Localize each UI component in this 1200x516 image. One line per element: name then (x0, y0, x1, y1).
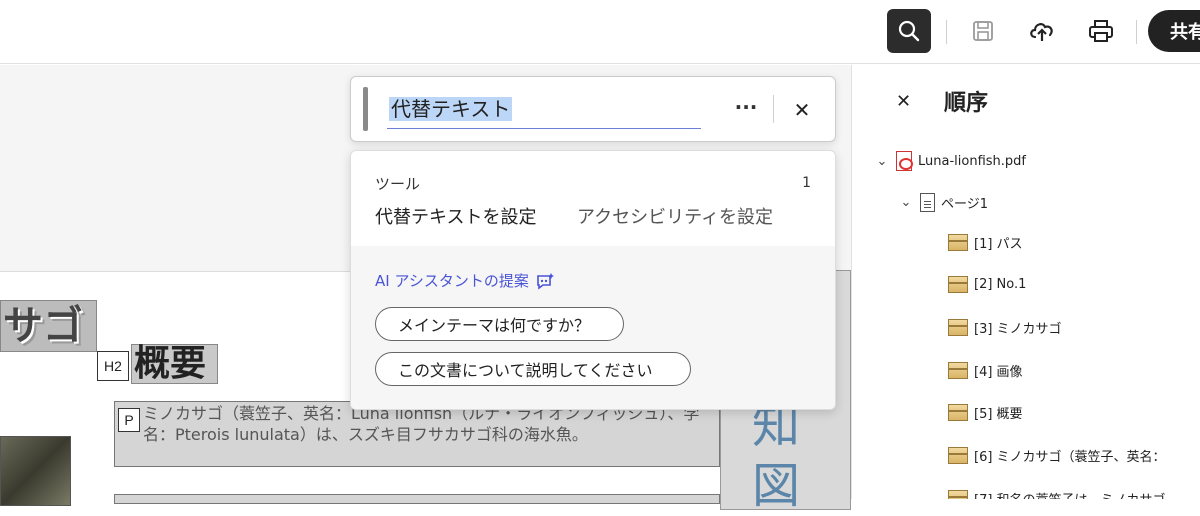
printer-icon (1089, 20, 1113, 42)
search-results-dropdown: ツール 1 代替テキストを設定 アクセシビリティを設定 AI アシスタントの提案… (350, 150, 836, 410)
paragraph-element[interactable] (114, 494, 720, 504)
search-button[interactable] (887, 9, 931, 53)
search-divider (773, 95, 774, 123)
tree-item-label: [4] 画像 (974, 365, 1023, 380)
tag-label-h2: H2 (97, 351, 129, 381)
chevron-down-icon[interactable]: ⌄ (874, 154, 890, 169)
tree-item-file[interactable]: ⌄ Luna-lionfish.pdf (874, 151, 1026, 171)
tag-label-p: P (118, 408, 140, 432)
container-icon (948, 447, 968, 464)
top-toolbar: 共有 (0, 0, 1200, 64)
toolbar-divider (946, 20, 947, 44)
page-icon (920, 193, 935, 212)
ai-suggestions-section: AI アシスタントの提案 メインテーマは何ですか？ この文書について説明してくだ… (351, 246, 835, 409)
tree-item-label: Luna-lionfish.pdf (918, 153, 1026, 169)
tree-item-label: ページ1 (941, 197, 989, 212)
tree-item-content[interactable]: [2] No.1 (948, 276, 1026, 293)
panel-title: 順序 (944, 91, 989, 116)
cloud-upload-icon (1030, 23, 1053, 41)
tool-set-alt-text[interactable]: 代替テキストを設定 (375, 205, 536, 231)
save-button[interactable] (961, 9, 1005, 53)
tree-item-label: [1] パス (974, 237, 1023, 252)
container-icon (948, 319, 968, 336)
toolbar-divider (1136, 20, 1137, 44)
tree-item-content[interactable]: [5] 概要 (948, 403, 1023, 422)
tree-item-content[interactable]: [7] 和名の蓑笠子は、ミノカサゴ (948, 489, 1166, 499)
tree-item-content[interactable]: [4] 画像 (948, 361, 1023, 380)
lionfish-photo[interactable] (0, 436, 71, 506)
tree-item-label: [3] ミノカサゴ (974, 322, 1062, 337)
pdf-file-icon (896, 151, 913, 171)
container-icon (948, 404, 968, 421)
tree-item-content[interactable]: [1] パス (948, 233, 1023, 252)
ai-suggestion-describe-doc[interactable]: この文書について説明してください (375, 352, 691, 386)
container-icon (948, 490, 968, 499)
tools-count: 1 (802, 175, 811, 191)
tree-item-page[interactable]: ⌄ ページ1 (898, 193, 988, 212)
search-query-text: 代替テキスト (389, 97, 513, 121)
tree-item-label: [2] No.1 (974, 277, 1027, 292)
tree-item-content[interactable]: [3] ミノカサゴ (948, 318, 1062, 337)
close-icon[interactable]: ✕ (896, 91, 911, 112)
save-icon (973, 21, 993, 41)
container-icon (948, 362, 968, 379)
container-icon (948, 234, 968, 251)
tree-item-label: [6] ミノカサゴ（蓑笠子、英名： (974, 450, 1166, 465)
tree-item-label: [7] 和名の蓑笠子は、ミノカサゴ (974, 489, 1166, 499)
print-button[interactable] (1079, 9, 1123, 53)
upload-cloud-button[interactable] (1020, 9, 1064, 53)
tools-section-label: ツール (375, 175, 421, 193)
drag-handle[interactable] (363, 87, 368, 131)
paragraph-element[interactable]: ミノカサゴ（蓑笠子、英名：Luna lionfish（ルナ・ライオンフィッシュ）… (114, 401, 720, 467)
ai-suggestion-main-theme[interactable]: メインテーマは何ですか？ (375, 307, 624, 341)
close-icon[interactable]: ✕ (789, 97, 815, 123)
order-panel: ✕ 順序 ⌄ Luna-lionfish.pdf ⌄ ページ1 [1] パス [… (851, 65, 1200, 499)
tree-item-label: [5] 概要 (974, 407, 1023, 422)
heading-element[interactable]: サゴ (0, 300, 97, 352)
search-panel: 代替テキスト ··· ✕ (350, 76, 836, 142)
chevron-down-icon[interactable]: ⌄ (898, 195, 914, 210)
ai-sparkle-icon (537, 272, 554, 290)
ai-assistant-label: AI アシスタントの提案 (375, 270, 555, 291)
tree-item-content[interactable]: [6] ミノカサゴ（蓑笠子、英名： (948, 446, 1166, 465)
ai-assistant-label-text: AI アシスタントの提案 (375, 272, 529, 290)
h2-element[interactable]: 概要 (131, 344, 218, 384)
tool-set-accessibility[interactable]: アクセシビリティを設定 (577, 205, 773, 231)
container-icon (948, 276, 968, 293)
side-figure-text: 知図 (752, 398, 801, 514)
more-options-icon[interactable]: ··· (731, 97, 761, 123)
search-icon (898, 20, 920, 42)
share-button[interactable]: 共有 (1148, 10, 1200, 52)
